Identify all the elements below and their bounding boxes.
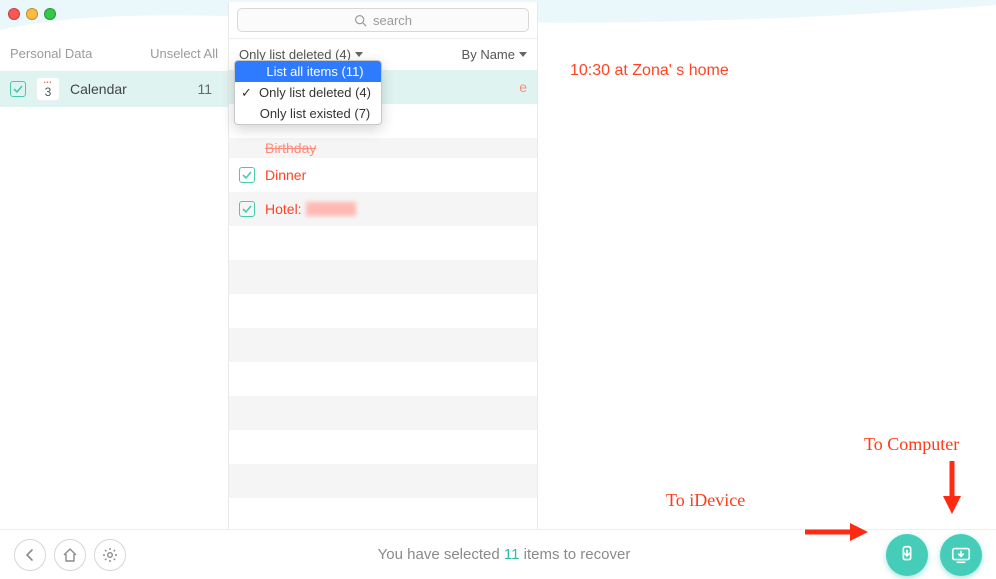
list-item[interactable] bbox=[229, 226, 537, 260]
list-item-label: Hotel: bbox=[265, 201, 306, 217]
filter-option[interactable]: Only list existed (7) bbox=[235, 103, 381, 124]
sort-label: By Name bbox=[462, 47, 515, 62]
unselect-all-button[interactable]: Unselect All bbox=[150, 46, 218, 61]
filter-option[interactable]: ✓ Only list deleted (4) bbox=[235, 82, 381, 103]
settings-button[interactable] bbox=[94, 539, 126, 571]
home-icon bbox=[62, 547, 78, 563]
filter-dropdown-menu: List all items (11) ✓ Only list deleted … bbox=[234, 60, 382, 125]
search-input[interactable]: search bbox=[237, 8, 529, 32]
list-item-label: Dinner bbox=[265, 167, 306, 183]
annotation-to-computer: To Computer bbox=[864, 434, 959, 455]
arrow-annotation-icon bbox=[940, 456, 964, 516]
list-item[interactable] bbox=[229, 328, 537, 362]
list-item[interactable]: Hotel: bbox=[229, 192, 537, 226]
gear-icon bbox=[102, 547, 118, 563]
list-item[interactable] bbox=[229, 294, 537, 328]
list-item[interactable] bbox=[229, 260, 537, 294]
list-item[interactable]: Dinner bbox=[229, 158, 537, 192]
back-button[interactable] bbox=[14, 539, 46, 571]
footer: You have selected 11 items to recover bbox=[0, 529, 996, 579]
chevron-down-icon bbox=[355, 52, 363, 57]
chevron-down-icon bbox=[519, 52, 527, 57]
search-placeholder: search bbox=[373, 13, 412, 28]
checkbox-icon[interactable] bbox=[10, 81, 26, 97]
sidebar: Personal Data Unselect All ••• 3 Calenda… bbox=[0, 40, 228, 107]
sidebar-item-label: Calendar bbox=[70, 81, 197, 97]
list-item[interactable] bbox=[229, 464, 537, 498]
detail-pane: 10:30 at Zona' s home bbox=[540, 50, 996, 92]
search-icon bbox=[354, 14, 367, 27]
window-controls bbox=[8, 8, 56, 20]
list-item[interactable]: Birthday bbox=[229, 138, 537, 158]
checkbox-icon[interactable] bbox=[239, 167, 255, 183]
sidebar-item-count: 11 bbox=[197, 81, 218, 97]
list-item[interactable] bbox=[229, 396, 537, 430]
minimize-window-icon[interactable] bbox=[26, 8, 38, 20]
checkbox-icon[interactable] bbox=[239, 201, 255, 217]
zoom-window-icon[interactable] bbox=[44, 8, 56, 20]
item-list: e Birthday Dinner Hotel: bbox=[229, 70, 537, 498]
checkmark-icon: ✓ bbox=[241, 85, 252, 101]
arrow-left-icon bbox=[22, 547, 38, 563]
sidebar-item-calendar[interactable]: ••• 3 Calendar 11 bbox=[0, 71, 228, 107]
recover-to-computer-button[interactable] bbox=[940, 534, 982, 576]
calendar-icon: ••• 3 bbox=[36, 77, 60, 101]
event-detail-text: 10:30 at Zona' s home bbox=[570, 62, 729, 79]
list-item[interactable] bbox=[229, 430, 537, 464]
status-text: You have selected 11 items to recover bbox=[134, 546, 874, 563]
to-computer-icon bbox=[950, 544, 972, 566]
list-item-label: Birthday bbox=[265, 140, 316, 156]
list-item[interactable] bbox=[229, 362, 537, 396]
sort-dropdown[interactable]: By Name bbox=[462, 47, 527, 62]
filter-option[interactable]: List all items (11) bbox=[235, 61, 381, 82]
redacted-text bbox=[306, 202, 356, 216]
to-device-icon bbox=[896, 544, 918, 566]
annotation-to-idevice: To iDevice bbox=[666, 490, 745, 511]
close-window-icon[interactable] bbox=[8, 8, 20, 20]
home-button[interactable] bbox=[54, 539, 86, 571]
sidebar-header-label: Personal Data bbox=[10, 46, 92, 61]
recover-to-idevice-button[interactable] bbox=[886, 534, 928, 576]
